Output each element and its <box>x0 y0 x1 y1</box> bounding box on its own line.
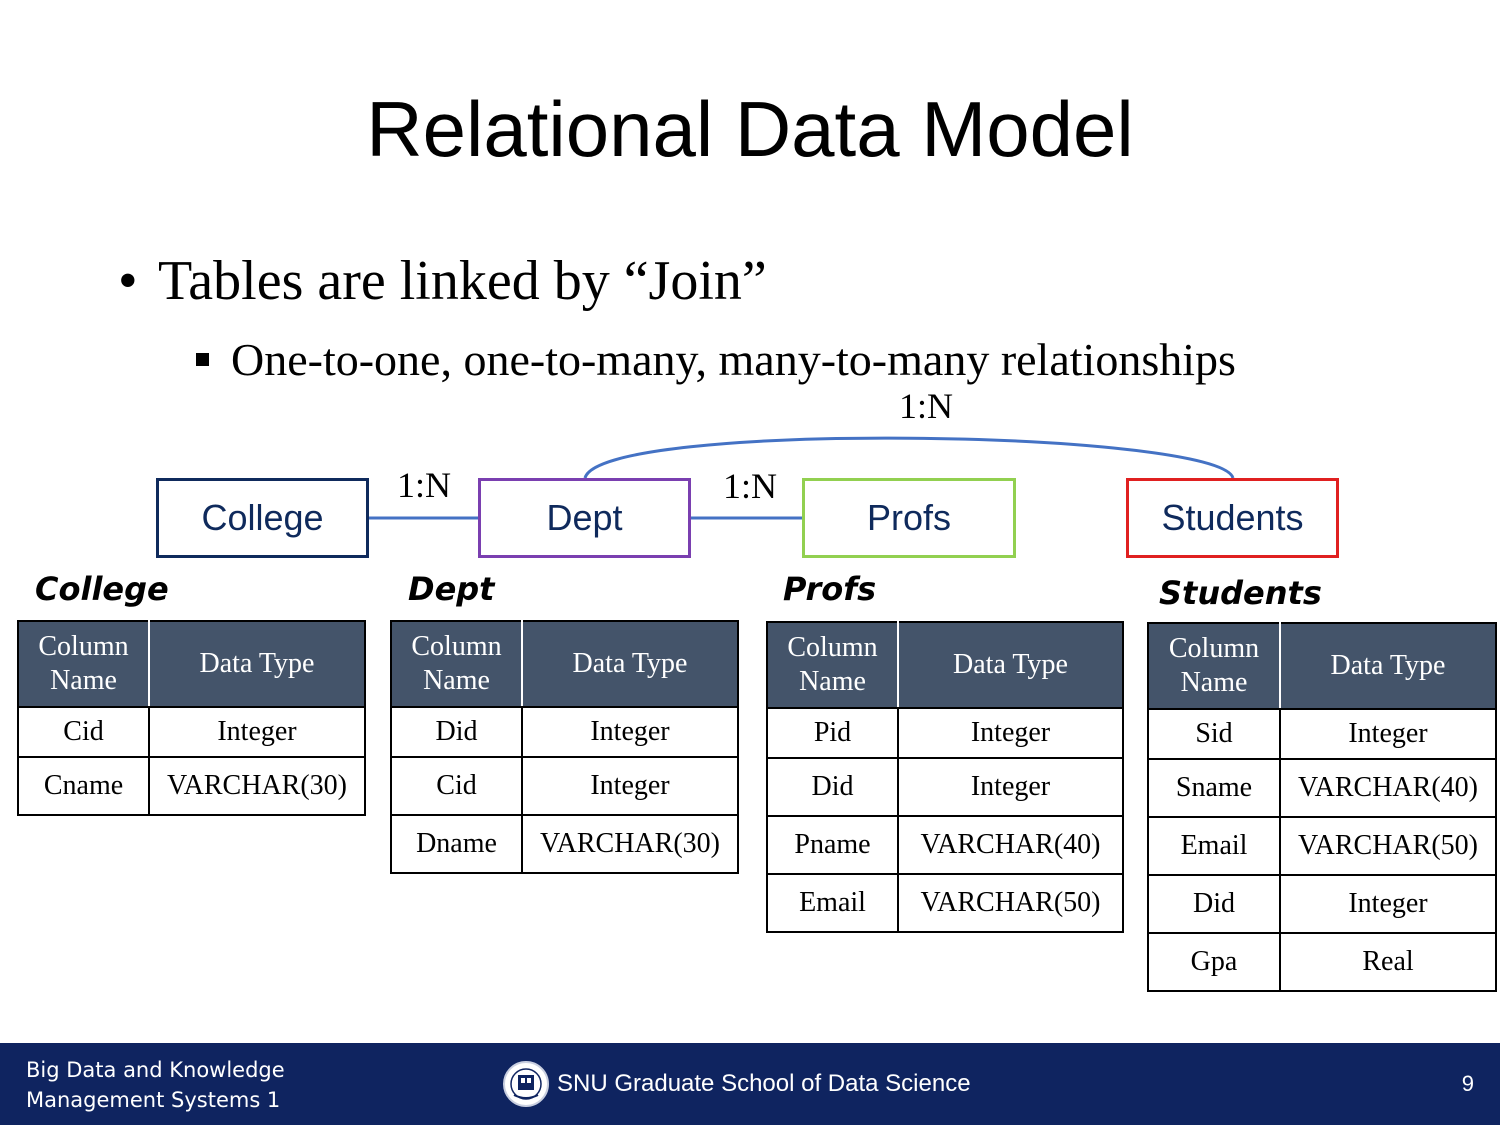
school-name: SNU Graduate School of Data Science <box>557 1070 971 1097</box>
course-name-line2: Management Systems 1 <box>26 1088 281 1112</box>
table-row: Gpa Real <box>1147 932 1497 992</box>
entity-students: Students <box>1126 478 1339 558</box>
schema-table-students: Column Name Data Type Sid Integer Sname VAR… <box>1147 622 1497 992</box>
table-row: Pid Integer <box>766 707 1124 759</box>
rel-label-dept-profs: 1:N <box>723 466 777 506</box>
table-title-profs: Profs <box>783 570 877 608</box>
cell-column-name: Sname <box>1147 758 1281 818</box>
cell-data-type: Integer <box>521 756 739 816</box>
header-column-name: Column Name <box>766 621 899 709</box>
table-row: Cid Integer <box>17 706 366 758</box>
slide-footer: Big Data and Knowledge Management System… <box>0 1043 1500 1125</box>
entity-dept: Dept <box>478 478 691 558</box>
entity-profs: Profs <box>802 478 1016 558</box>
header-column-name: Column Name <box>17 620 150 708</box>
cell-data-type: VARCHAR(50) <box>1279 816 1497 876</box>
cell-data-type: Integer <box>897 757 1124 817</box>
cell-data-type: Integer <box>1279 708 1497 760</box>
cell-column-name: Cid <box>17 706 150 758</box>
table-row: Cname VARCHAR(30) <box>17 756 366 816</box>
course-name-line1: Big Data and Knowledge <box>26 1058 285 1082</box>
cell-column-name: Email <box>766 873 899 933</box>
rel-label-dept-students: 1:N <box>899 386 953 426</box>
link-dept-students <box>583 436 1235 479</box>
table-row: Pname VARCHAR(40) <box>766 815 1124 875</box>
cell-column-name: Cid <box>390 756 523 816</box>
cell-data-type: Integer <box>148 706 366 758</box>
table-title-dept: Dept <box>408 570 495 608</box>
header-column-name: Column Name <box>1147 622 1281 710</box>
header-data-type: Data Type <box>521 620 739 708</box>
schema-table-college: Column Name Data Type Cid Integer Cname VAR… <box>17 620 366 816</box>
table-header-row: Column Name Data Type <box>1147 622 1497 710</box>
cell-column-name: Sid <box>1147 708 1281 760</box>
cell-data-type: Integer <box>1279 874 1497 934</box>
cell-column-name: Email <box>1147 816 1281 876</box>
table-header-row: Column Name Data Type <box>17 620 366 708</box>
cell-data-type: VARCHAR(30) <box>521 814 739 874</box>
page-number: 9 <box>1461 1071 1474 1096</box>
school-branding: SNU Graduate School of Data Science <box>501 1059 971 1109</box>
table-title-students: Students <box>1159 574 1322 612</box>
course-name: Big Data and Knowledge Management System… <box>26 1055 285 1115</box>
cell-column-name: Cname <box>17 756 150 816</box>
table-row: Dname VARCHAR(30) <box>390 814 739 874</box>
header-data-type: Data Type <box>897 621 1124 709</box>
cell-column-name: Pname <box>766 815 899 875</box>
table-row: Sid Integer <box>1147 708 1497 760</box>
cell-column-name: Did <box>390 706 523 758</box>
cell-column-name: Did <box>766 757 899 817</box>
cell-data-type: Integer <box>897 707 1124 759</box>
schema-table-dept: Column Name Data Type Did Integer Cid Integ… <box>390 620 739 874</box>
table-row: Did Integer <box>1147 874 1497 934</box>
table-row: Cid Integer <box>390 756 739 816</box>
cell-column-name: Pid <box>766 707 899 759</box>
header-data-type: Data Type <box>1279 622 1497 710</box>
entity-college: College <box>156 478 369 558</box>
table-row: Email VARCHAR(50) <box>766 873 1124 933</box>
header-data-type: Data Type <box>148 620 366 708</box>
cell-data-type: Integer <box>521 706 739 758</box>
cell-column-name: Gpa <box>1147 932 1281 992</box>
table-row: Did Integer <box>766 757 1124 817</box>
table-header-row: Column Name Data Type <box>766 621 1124 709</box>
rel-label-college-dept: 1:N <box>397 465 451 505</box>
cell-column-name: Dname <box>390 814 523 874</box>
table-title-college: College <box>35 570 169 608</box>
cell-data-type: VARCHAR(30) <box>148 756 366 816</box>
cell-column-name: Did <box>1147 874 1281 934</box>
table-row: Email VARCHAR(50) <box>1147 816 1497 876</box>
cell-data-type: VARCHAR(40) <box>897 815 1124 875</box>
snu-emblem-icon <box>503 1061 549 1107</box>
table-row: Did Integer <box>390 706 739 758</box>
table-row: Sname VARCHAR(40) <box>1147 758 1497 818</box>
cell-data-type: VARCHAR(40) <box>1279 758 1497 818</box>
table-header-row: Column Name Data Type <box>390 620 739 708</box>
cell-data-type: Real <box>1279 932 1497 992</box>
cell-data-type: VARCHAR(50) <box>897 873 1124 933</box>
schema-table-profs: Column Name Data Type Pid Integer Did Integ… <box>766 621 1124 933</box>
header-column-name: Column Name <box>390 620 523 708</box>
